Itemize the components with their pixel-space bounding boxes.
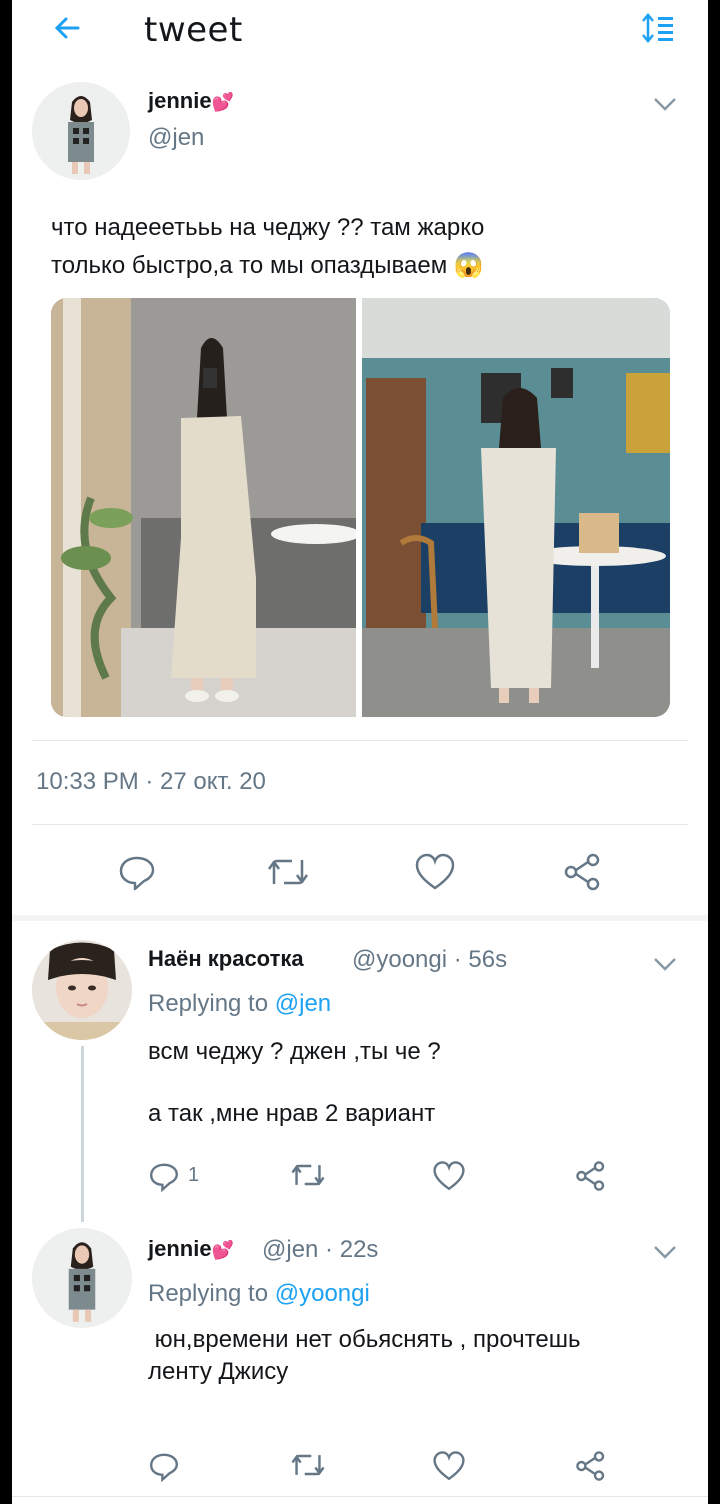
like-icon[interactable] — [432, 1450, 466, 1482]
reply-text-line-1: юн,времени нет обьяснять , прочтешь — [148, 1326, 581, 1353]
author-name-text: jennie — [148, 88, 212, 113]
mention-link[interactable]: @jen — [275, 990, 331, 1017]
reply-text-line-2: а так ,мне нрав 2 вариант — [148, 1100, 436, 1127]
chevron-down-icon[interactable] — [650, 94, 680, 114]
hearts-emoji: 💕 — [211, 1240, 234, 1260]
photo-collage — [51, 298, 670, 717]
retweet-icon[interactable] — [266, 854, 310, 890]
replying-to-label: Replying to — [148, 1280, 275, 1307]
reply-author-name-text: jennie — [148, 1236, 212, 1261]
retweet-icon[interactable] — [290, 1450, 326, 1480]
replying-to: Replying to @yoongi — [148, 1280, 370, 1308]
like-icon[interactable] — [414, 852, 456, 892]
back-arrow-icon[interactable] — [48, 10, 88, 46]
reply-author-name[interactable]: jennie💕 — [148, 1236, 234, 1262]
divider — [32, 740, 688, 741]
avatar[interactable] — [32, 1228, 132, 1328]
reply-author-name[interactable]: Наён красотка — [148, 946, 304, 972]
tweet-media[interactable] — [51, 298, 670, 717]
tweet-text-line-2: только быстро,а то мы опаздываем 😱 — [51, 252, 484, 279]
like-icon[interactable] — [432, 1160, 466, 1192]
top-bar: tweet — [12, 0, 708, 62]
replying-to: Replying to @jen — [148, 990, 331, 1018]
page-title: tweet — [144, 10, 243, 50]
avatar-photo — [32, 82, 130, 180]
avatar-photo — [32, 940, 132, 1040]
replying-to-label: Replying to — [148, 990, 275, 1017]
reply-icon[interactable] — [148, 1160, 180, 1192]
reply-handle-time: @jen · 22s — [262, 1236, 379, 1263]
retweet-icon[interactable] — [290, 1160, 326, 1190]
sort-list-icon[interactable] — [638, 10, 678, 46]
chevron-down-icon[interactable] — [650, 954, 680, 974]
chevron-down-icon[interactable] — [650, 1242, 680, 1262]
divider — [12, 1496, 708, 1497]
avatar-photo — [32, 1228, 132, 1328]
reply-icon[interactable] — [148, 1450, 180, 1482]
mention-link[interactable]: @yoongi — [275, 1280, 370, 1307]
share-icon[interactable] — [574, 1160, 608, 1192]
hearts-emoji: 💕 — [211, 92, 234, 112]
avatar[interactable] — [32, 940, 132, 1040]
reply-text-line-2: ленту Джису — [148, 1358, 289, 1385]
thread-line — [81, 1046, 84, 1222]
section-separator — [12, 915, 708, 921]
tweet-timestamp[interactable]: 10:33 PM · 27 окт. 20 — [36, 768, 266, 796]
tweet-page: tweet jennie💕 @jen что надееетььь на чед… — [12, 0, 708, 1504]
tweet-text-line-1: что надееетььь на чеджу ?? там жарко — [51, 214, 485, 241]
reply-count: 1 — [188, 1164, 200, 1186]
share-icon[interactable] — [574, 1450, 608, 1482]
avatar[interactable] — [32, 82, 130, 180]
reply-handle-time: @yoongi · 56s — [352, 946, 508, 973]
author-name[interactable]: jennie💕 — [148, 88, 234, 114]
share-icon[interactable] — [562, 852, 604, 892]
divider — [32, 824, 688, 825]
reply-text-line-1: всм чеджу ? джен ,ты че ? — [148, 1038, 441, 1065]
author-handle[interactable]: @jen — [148, 124, 204, 152]
reply-icon[interactable] — [117, 852, 157, 892]
